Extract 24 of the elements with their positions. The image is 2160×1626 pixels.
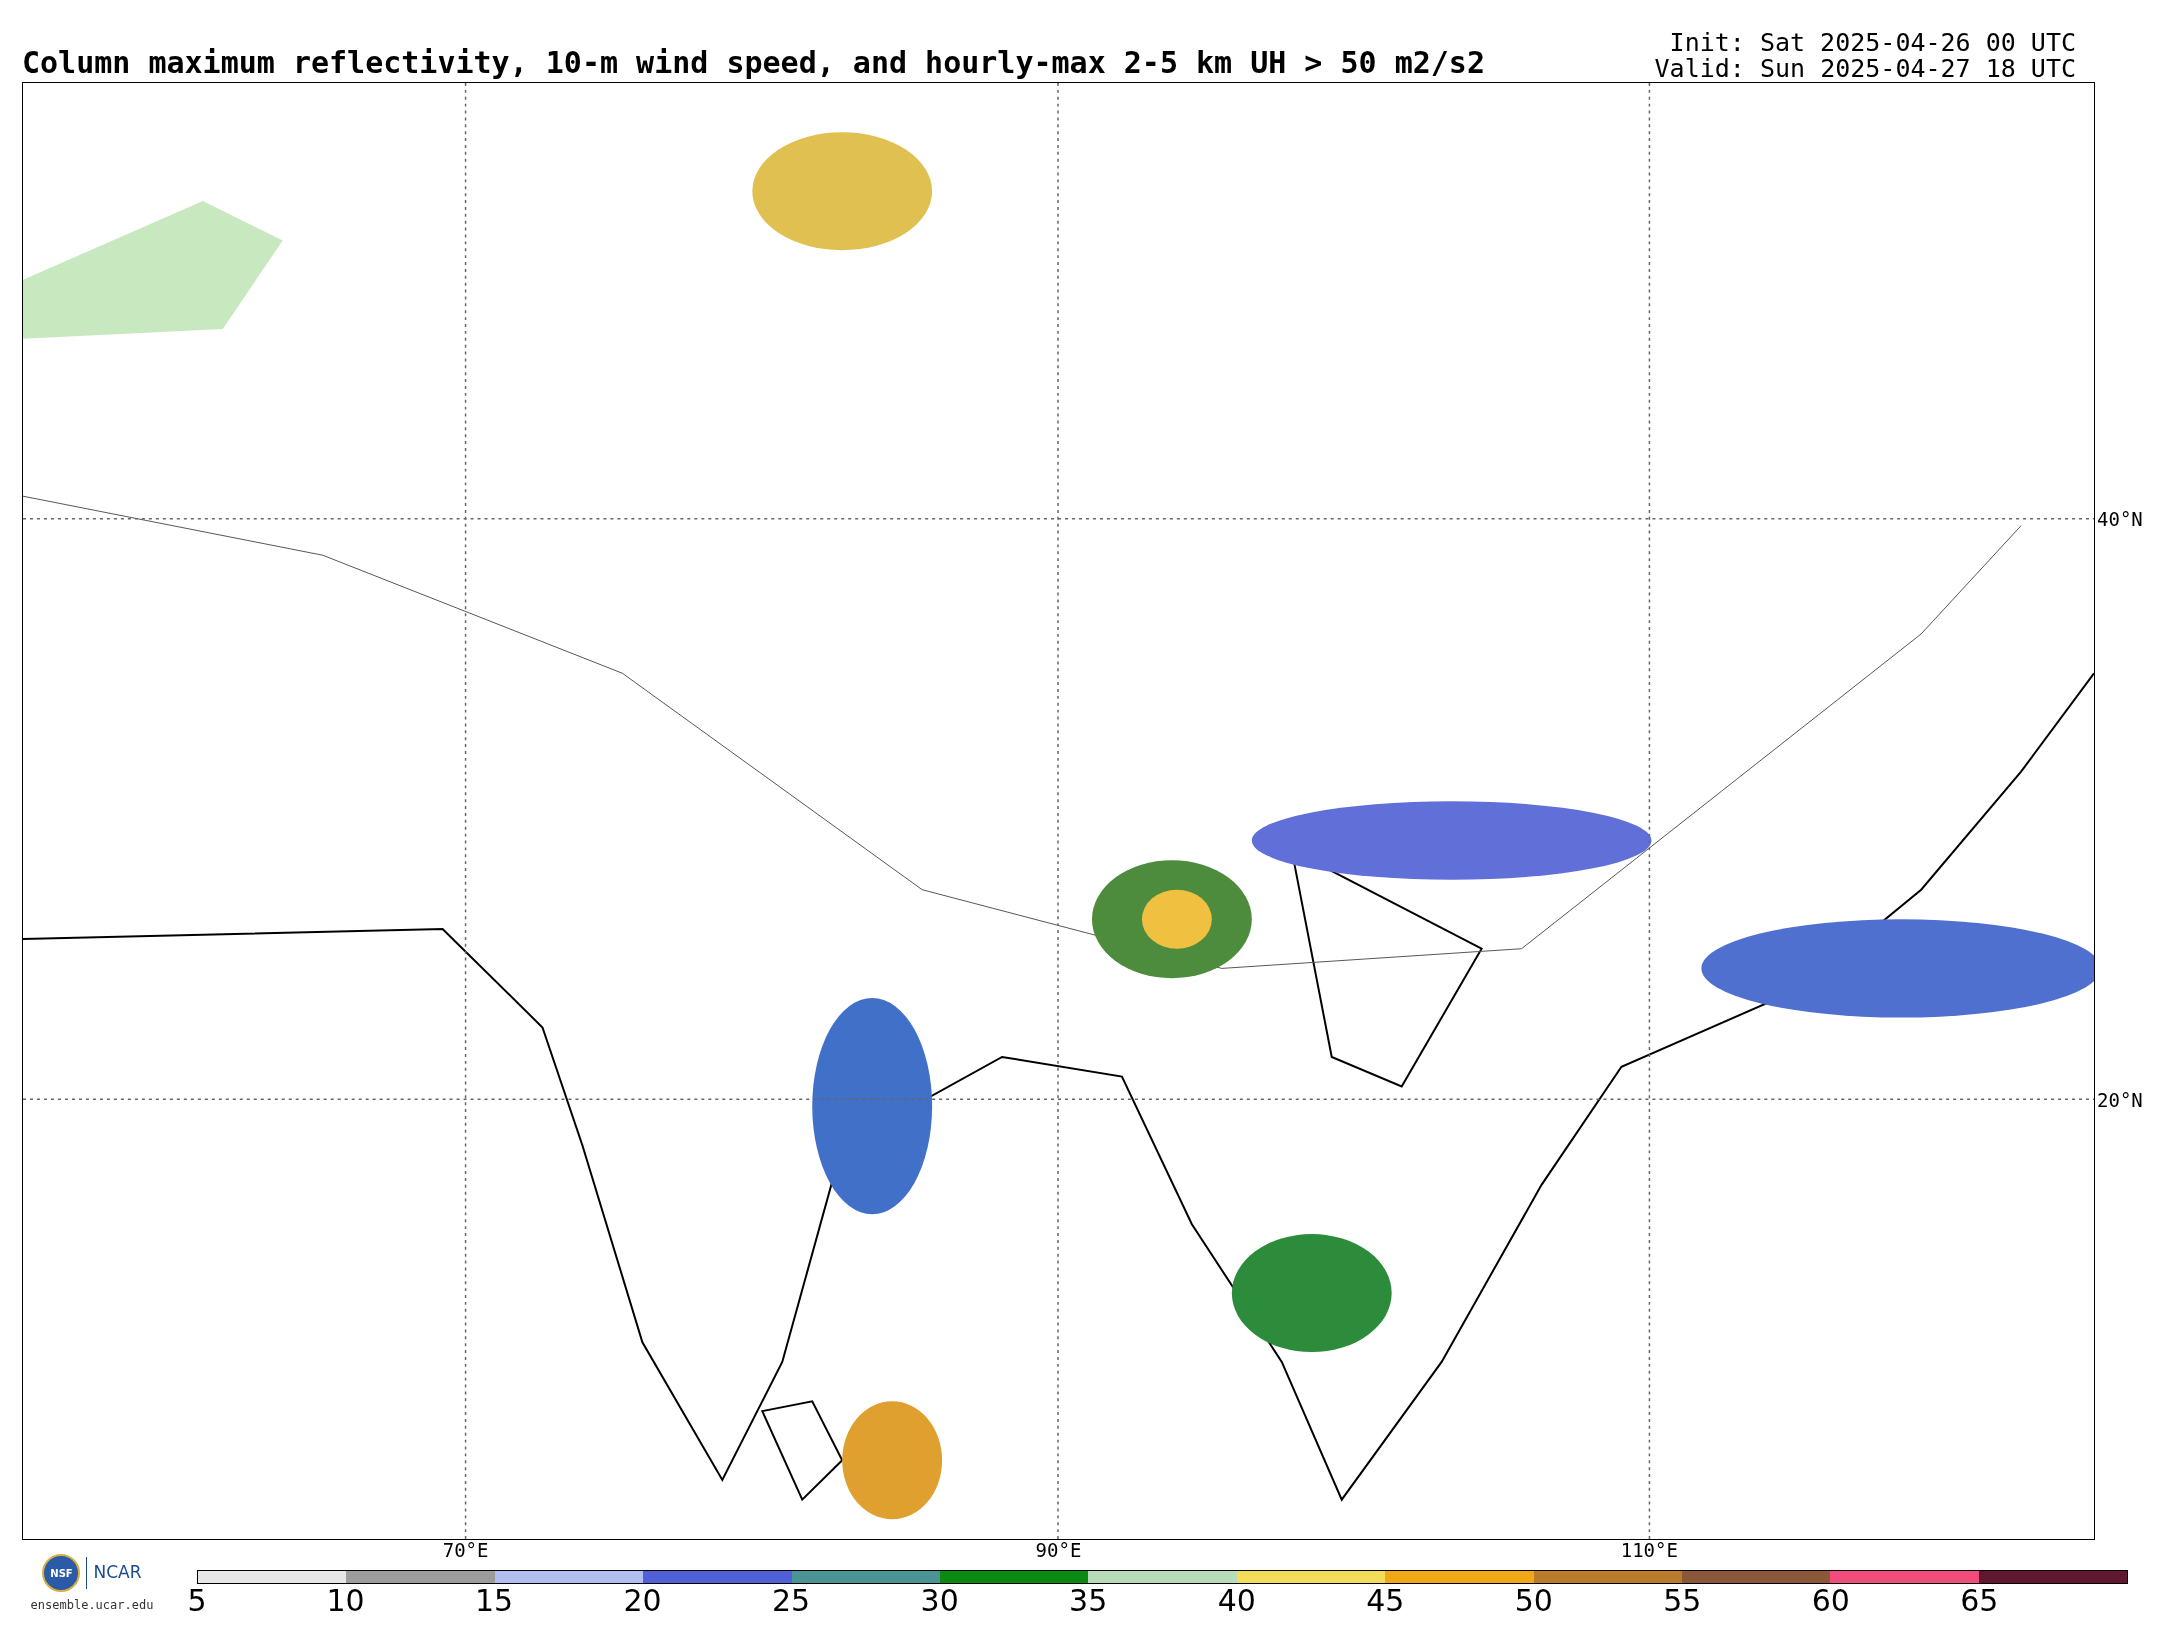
longitude-label: 110°E (1620, 1540, 1678, 1560)
colorbar-tick-label: 35 (1069, 1586, 1108, 1616)
colorbar-tick-label: 55 (1663, 1586, 1702, 1616)
colorbar-tick-label: 10 (326, 1586, 365, 1616)
colorbar-tick-label: 5 (187, 1586, 207, 1616)
chart-title: Column maximum reflectivity, 10-m wind speed, and hourly-max 2-5 km UH > 50 m2/s2 (22, 48, 1485, 82)
colorbar-tick-label: 25 (772, 1586, 811, 1616)
colorbar-tick-label: 65 (1960, 1586, 1999, 1616)
init-time: Init: Sat 2025-04-26 00 UTC (1669, 30, 2076, 56)
valid-time: Valid: Sun 2025-04-27 18 UTC (1654, 56, 2076, 82)
nsf-logo: NSF (42, 1554, 81, 1592)
ncar-logo: NCAR (93, 1561, 142, 1585)
longitude-label: 90°E (1035, 1540, 1082, 1560)
colorbar-tick-label: 20 (623, 1586, 662, 1616)
latitude-label: 40°N (2097, 509, 2143, 529)
colorbar-tick-label: 40 (1217, 1586, 1256, 1616)
logo-url: ensemble.ucar.edu (30, 1597, 154, 1614)
colorbar-tick-label: 50 (1514, 1586, 1553, 1616)
colorbar-tick-label: 15 (474, 1586, 514, 1616)
colorbar-tick-label: 45 (1366, 1586, 1405, 1616)
longitude-label: 70°E (442, 1540, 489, 1560)
colorbar-tick-label: 30 (920, 1586, 959, 1616)
latitude-label: 20°N (2097, 1090, 2143, 1110)
colorbar-tick-label: 60 (1811, 1586, 1850, 1616)
